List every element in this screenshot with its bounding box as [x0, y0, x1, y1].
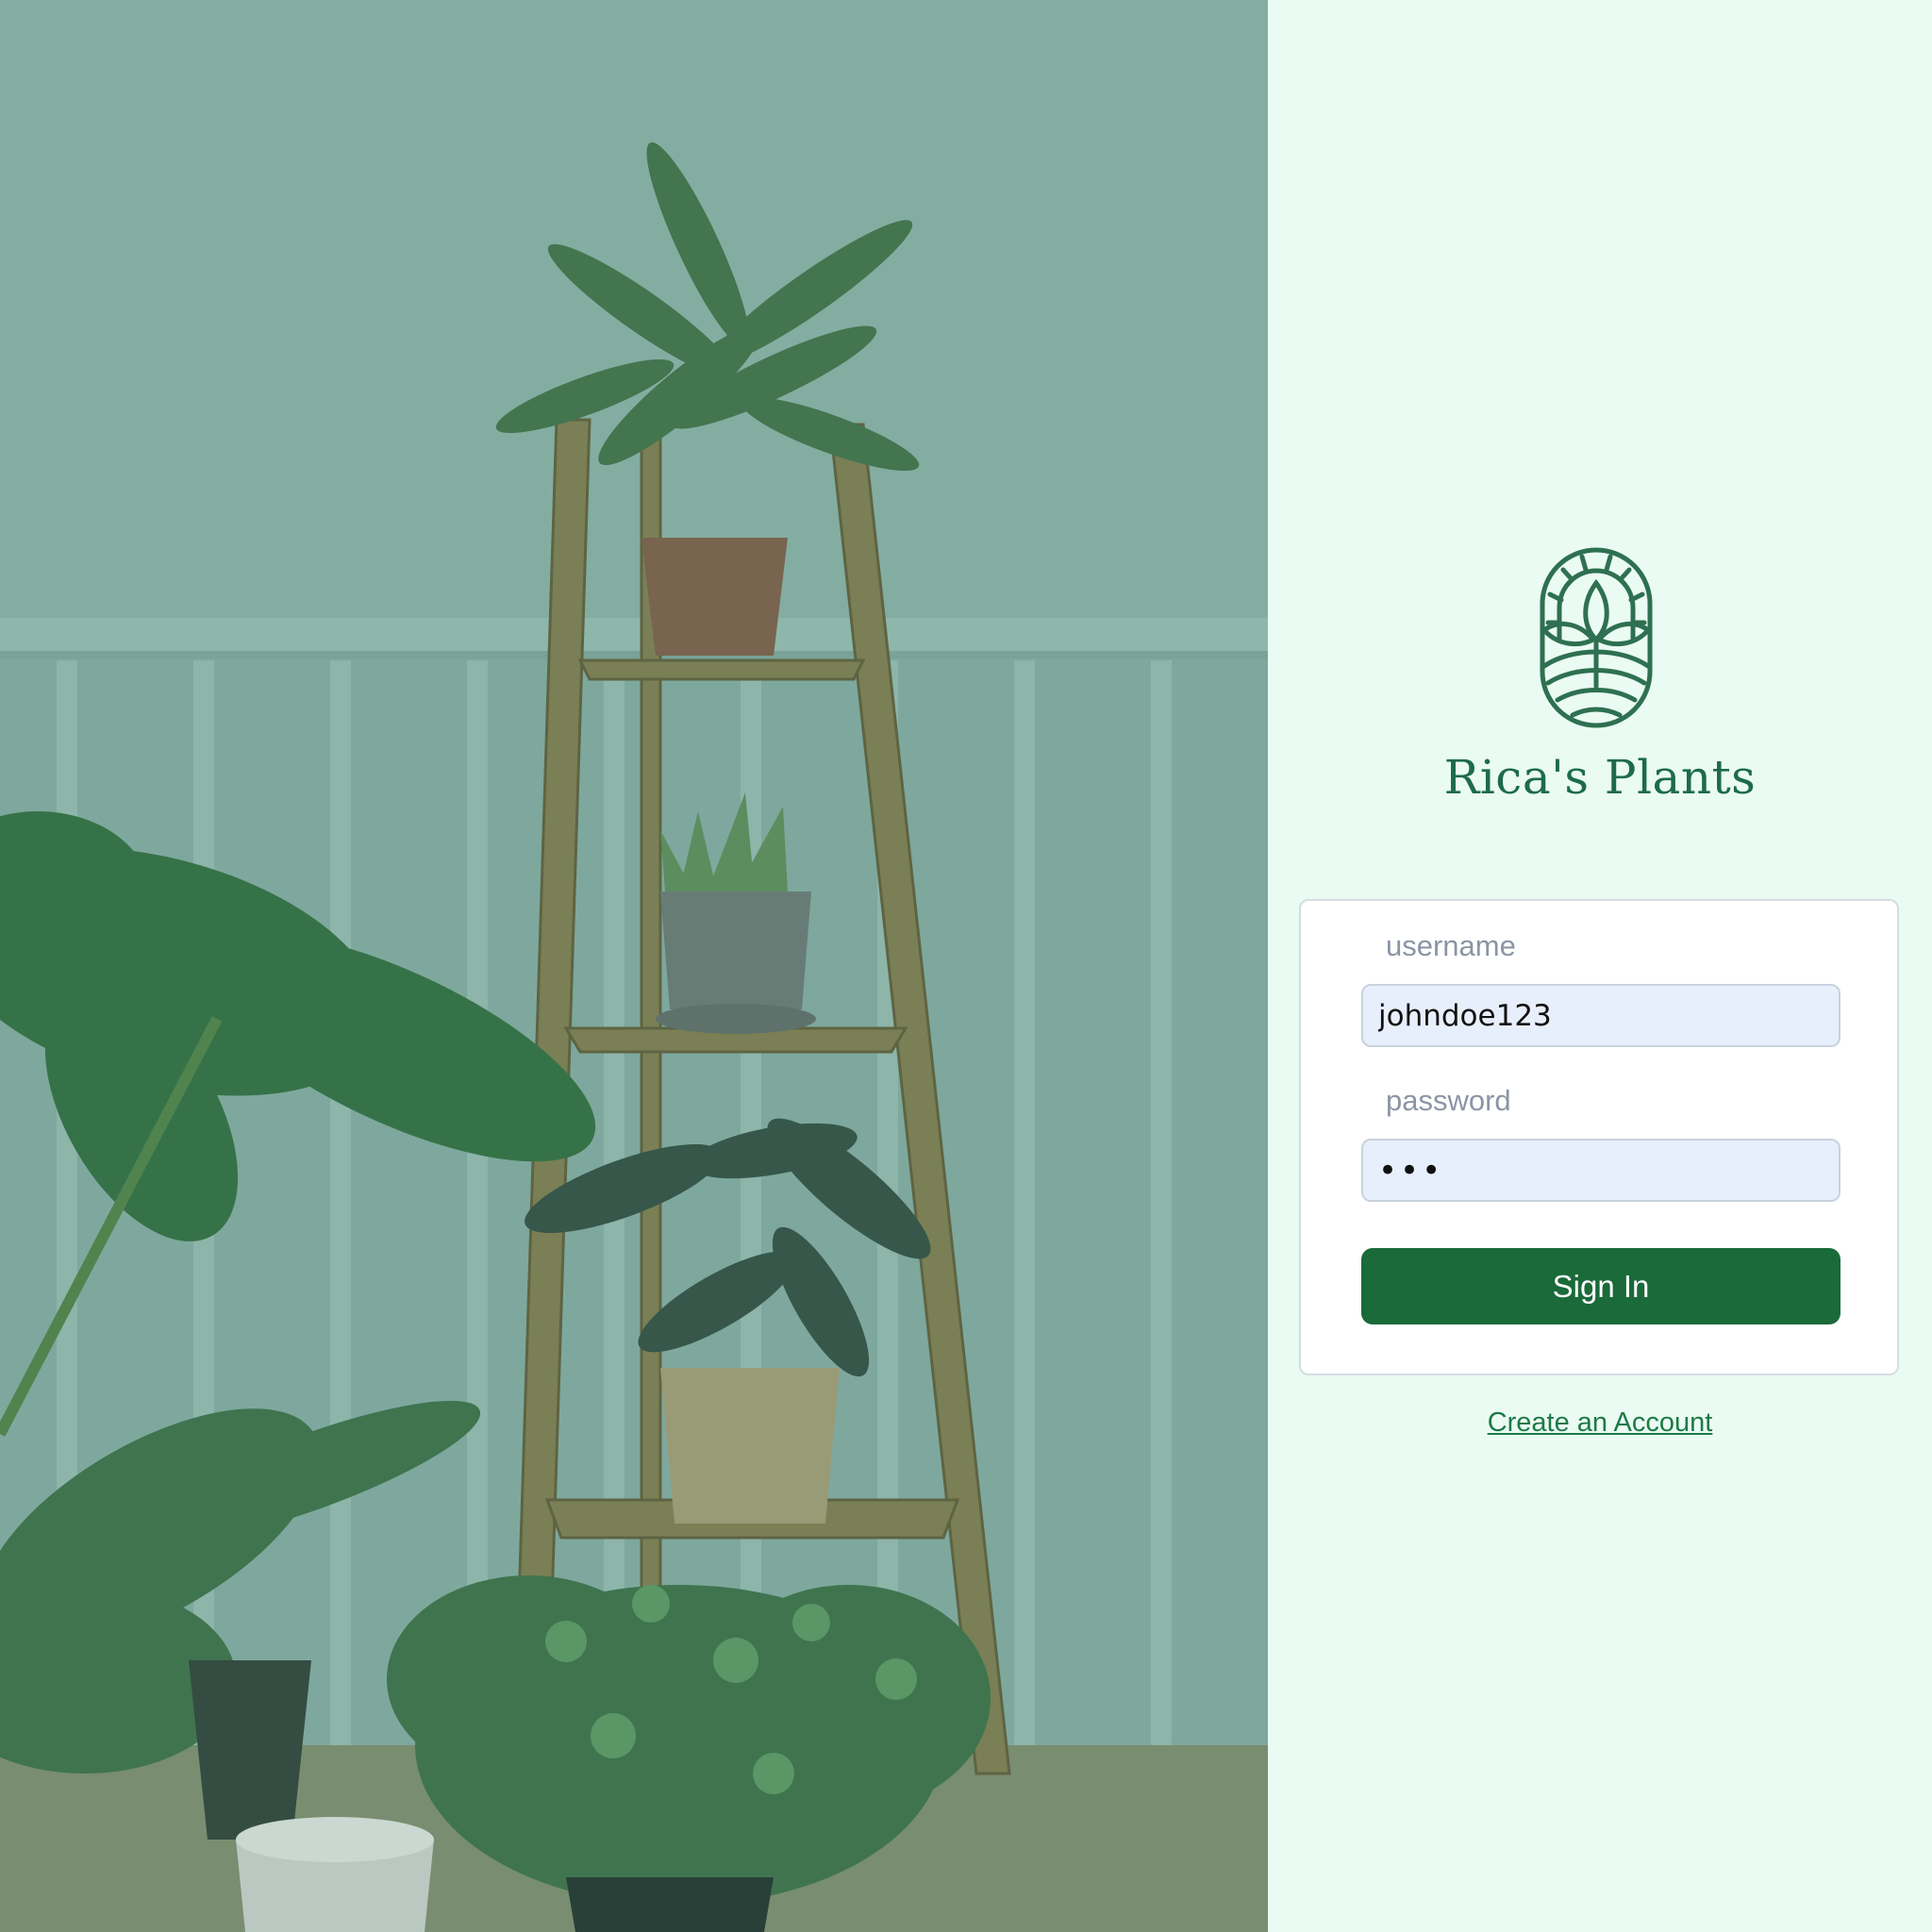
- login-panel: Rica's Plants username password Sign In …: [1268, 0, 1932, 1932]
- leaf-arch-logo-icon: [1540, 547, 1653, 728]
- hero-image: [0, 0, 1268, 1932]
- login-form: username password Sign In: [1299, 899, 1899, 1375]
- sign-in-button[interactable]: Sign In: [1361, 1248, 1840, 1324]
- brand-name: Rica's Plants: [1443, 750, 1757, 805]
- password-input[interactable]: [1361, 1139, 1840, 1202]
- username-input[interactable]: [1361, 984, 1840, 1047]
- password-label: password: [1386, 1084, 1511, 1117]
- create-account-link[interactable]: Create an Account: [1268, 1407, 1932, 1439]
- login-page: Rica's Plants username password Sign In …: [0, 0, 1932, 1932]
- username-label: username: [1386, 929, 1516, 962]
